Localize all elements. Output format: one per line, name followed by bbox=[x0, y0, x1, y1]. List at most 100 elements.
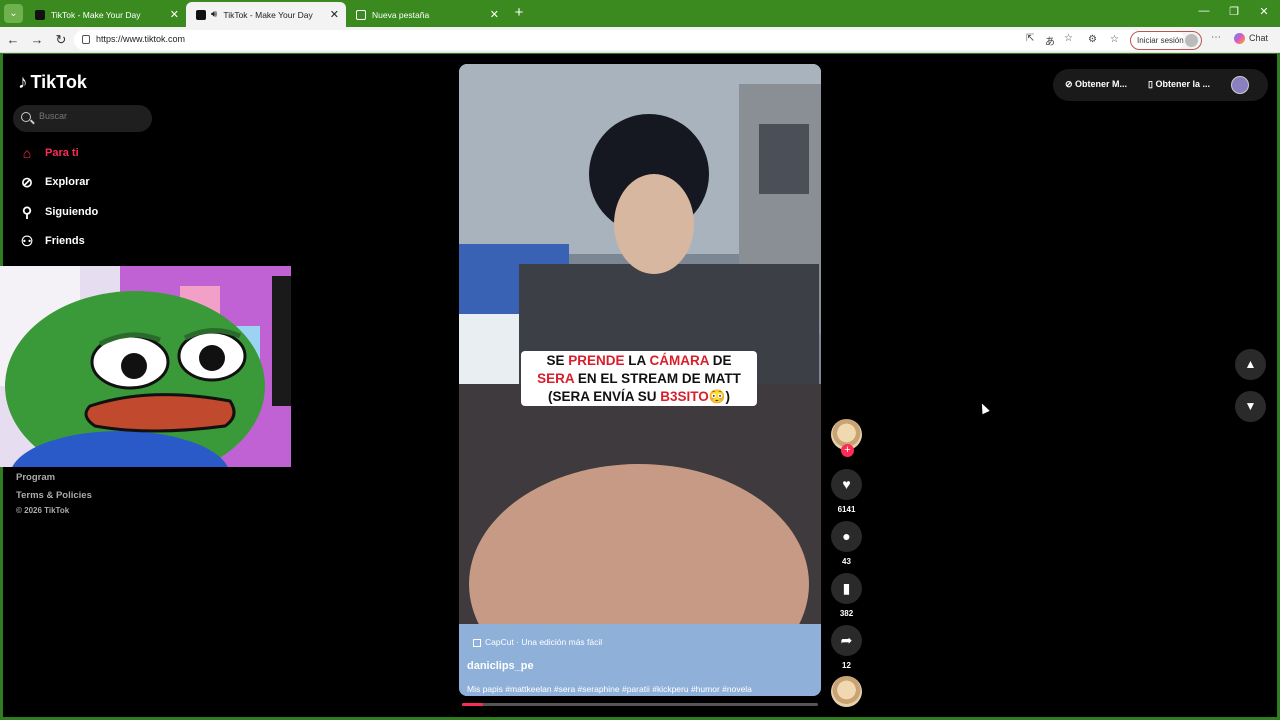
caption-text: CÁMARA bbox=[649, 353, 710, 368]
caption-text: LA bbox=[624, 353, 650, 368]
caption-text: EN EL STREAM DE MATT bbox=[574, 371, 741, 386]
tiktok-logo[interactable]: ♪ TikTok bbox=[18, 72, 87, 94]
get-coins-button[interactable]: ⊘ Obtener M... bbox=[1065, 79, 1127, 90]
user-follow-icon: ⚲ bbox=[21, 203, 33, 220]
caption-line: (SERA ENVÍA SU B3SITO😳) bbox=[521, 388, 757, 406]
close-window-button[interactable]: ✕ bbox=[1254, 5, 1274, 18]
signin-button[interactable]: Iniciar sesión bbox=[1130, 31, 1202, 50]
restore-button[interactable]: ❐ bbox=[1224, 5, 1244, 18]
comment-button[interactable]: ● bbox=[831, 521, 862, 552]
page-icon bbox=[356, 9, 366, 20]
home-icon: ⌂ bbox=[22, 145, 32, 161]
video-caption-overlay: SE PRENDE LA CÁMARA DE SERA EN EL STREAM… bbox=[521, 351, 757, 406]
extensions-icon[interactable]: ⚙ bbox=[1088, 34, 1097, 45]
caption-text: DE bbox=[709, 353, 732, 368]
follow-plus-icon[interactable]: + bbox=[841, 444, 854, 457]
sound-disc-avatar[interactable] bbox=[831, 676, 862, 707]
tiktok-favicon-icon bbox=[196, 9, 206, 20]
caption-text: SE bbox=[546, 353, 569, 368]
nav-item-friends[interactable]: ⚇ Friends bbox=[18, 230, 85, 252]
search-box[interactable] bbox=[13, 105, 152, 132]
tab-tiktok-2[interactable]: 🔊︎ TikTok - Make Your Day ✕ bbox=[186, 2, 346, 27]
bookmark-icon: ▮ bbox=[842, 580, 851, 596]
video-description: Mis papis #mattkeelan #sera #seraphine #… bbox=[467, 684, 752, 694]
top-right-actions: ⊘ Obtener M... ▯ Obtener la ... bbox=[1053, 69, 1268, 101]
open-in-app-icon[interactable]: ⇱ bbox=[1026, 33, 1034, 44]
caption-line: SE PRENDE LA CÁMARA DE bbox=[521, 352, 757, 370]
like-count: 6141 bbox=[837, 505, 856, 514]
video-player[interactable]: SE PRENDE LA CÁMARA DE SERA EN EL STREAM… bbox=[459, 64, 821, 696]
translate-icon[interactable]: あ bbox=[1045, 33, 1055, 48]
get-coins-label: Obtener M... bbox=[1075, 79, 1128, 89]
get-app-button[interactable]: ▯ Obtener la ... bbox=[1148, 79, 1210, 90]
tab-label: TikTok - Make Your Day bbox=[51, 9, 141, 20]
share-button[interactable]: ➦ bbox=[831, 625, 862, 656]
chat-label: Chat bbox=[1249, 33, 1269, 43]
copilot-icon bbox=[1234, 33, 1245, 45]
address-bar-row: ← → ↻ https://www.tiktok.com ⇱ あ ☆ ⚙ ☆ I… bbox=[0, 27, 1280, 53]
copilot-chat-button[interactable]: Chat bbox=[1234, 33, 1269, 45]
pepe-frog-image bbox=[0, 266, 291, 467]
tab-new-tab[interactable]: Nueva pestaña ✕ bbox=[346, 2, 506, 27]
nav-label: Explorar bbox=[45, 176, 90, 188]
like-button[interactable]: ♥ bbox=[831, 469, 862, 500]
lock-icon[interactable] bbox=[82, 35, 90, 44]
caption-text: B3SITO bbox=[660, 389, 709, 404]
favorites-icon[interactable]: ☆ bbox=[1110, 34, 1119, 45]
close-tab-icon[interactable]: ✕ bbox=[330, 8, 339, 21]
share-count: 12 bbox=[842, 661, 851, 670]
tab-tiktok-1[interactable]: TikTok - Make Your Day ✕ bbox=[25, 2, 186, 27]
back-icon[interactable]: ← bbox=[5, 32, 21, 47]
favorite-star-icon[interactable]: ☆ bbox=[1064, 33, 1073, 44]
caption-text: PRENDE bbox=[568, 353, 625, 368]
profile-avatar-icon bbox=[1185, 34, 1198, 47]
new-tab-button[interactable]: + bbox=[510, 4, 528, 22]
comment-icon: ● bbox=[842, 528, 851, 544]
tiktok-note-icon: ♪ bbox=[18, 72, 28, 93]
tiktok-favicon-icon bbox=[35, 9, 45, 20]
mouse-cursor bbox=[978, 401, 990, 415]
signin-label: Iniciar sesión bbox=[1137, 36, 1184, 45]
browser-window: ⌄ TikTok - Make Your Day ✕ 🔊︎ TikTok - M… bbox=[0, 0, 1280, 720]
more-menu-icon[interactable]: ⋯ bbox=[1211, 32, 1221, 43]
previous-video-button[interactable]: ▲ bbox=[1235, 349, 1266, 380]
nav-item-explore[interactable]: ⊘ Explorar bbox=[18, 171, 90, 193]
tab-label: Nueva pestaña bbox=[372, 9, 430, 20]
nav-item-for-you[interactable]: ⌂ Para ti bbox=[18, 142, 79, 164]
user-avatar[interactable] bbox=[1231, 76, 1249, 94]
video-author[interactable]: daniclips_pe bbox=[467, 660, 534, 672]
bookmark-count: 382 bbox=[839, 609, 854, 618]
url-text: https://www.tiktok.com bbox=[96, 34, 186, 44]
nav-label: Friends bbox=[45, 235, 85, 247]
compass-icon: ⊘ bbox=[21, 173, 33, 190]
comment-count: 43 bbox=[842, 557, 851, 566]
copyright-text: © 2026 TikTok bbox=[16, 506, 70, 515]
nav-label: Siguiendo bbox=[45, 206, 99, 218]
close-tab-icon[interactable]: ✕ bbox=[170, 8, 179, 21]
capcut-badge[interactable]: CapCut · Una edición más fácil bbox=[473, 637, 602, 647]
get-app-label: Obtener la ... bbox=[1155, 79, 1210, 89]
close-tab-icon[interactable]: ✕ bbox=[490, 8, 499, 21]
url-field[interactable]: https://www.tiktok.com ⇱ あ ☆ bbox=[74, 30, 1184, 50]
capcut-label: CapCut · Una edición más fácil bbox=[485, 637, 603, 647]
tab-actions-menu-button[interactable]: ⌄ bbox=[4, 4, 23, 23]
footer-link-terms[interactable]: Terms & Policies bbox=[16, 490, 92, 501]
video-progress-bar[interactable] bbox=[462, 703, 818, 706]
coin-icon: ⊘ bbox=[1065, 79, 1076, 89]
nav-label: Para ti bbox=[45, 147, 79, 159]
footer-link-program[interactable]: Program bbox=[16, 472, 55, 483]
forward-icon[interactable]: → bbox=[29, 32, 45, 47]
nav-item-following[interactable]: ⚲ Siguiendo bbox=[18, 201, 98, 223]
speaker-icon[interactable]: 🔊︎ bbox=[211, 9, 217, 20]
page-viewport: ♪TikTok ⌂ Para ti ⊘ Explorar ⚲ Siguiendo… bbox=[0, 54, 1277, 717]
next-video-button[interactable]: ▼ bbox=[1235, 391, 1266, 422]
refresh-icon[interactable]: ↻ bbox=[53, 32, 69, 48]
chevron-down-icon: ▼ bbox=[1244, 399, 1257, 413]
caption-text: 😳) bbox=[708, 389, 731, 404]
friends-icon: ⚇ bbox=[20, 232, 34, 249]
bookmark-button[interactable]: ▮ bbox=[831, 573, 862, 604]
minimize-button[interactable]: — bbox=[1194, 5, 1214, 17]
capcut-icon bbox=[473, 638, 481, 647]
search-input[interactable] bbox=[39, 111, 139, 121]
heart-icon: ♥ bbox=[842, 476, 851, 492]
